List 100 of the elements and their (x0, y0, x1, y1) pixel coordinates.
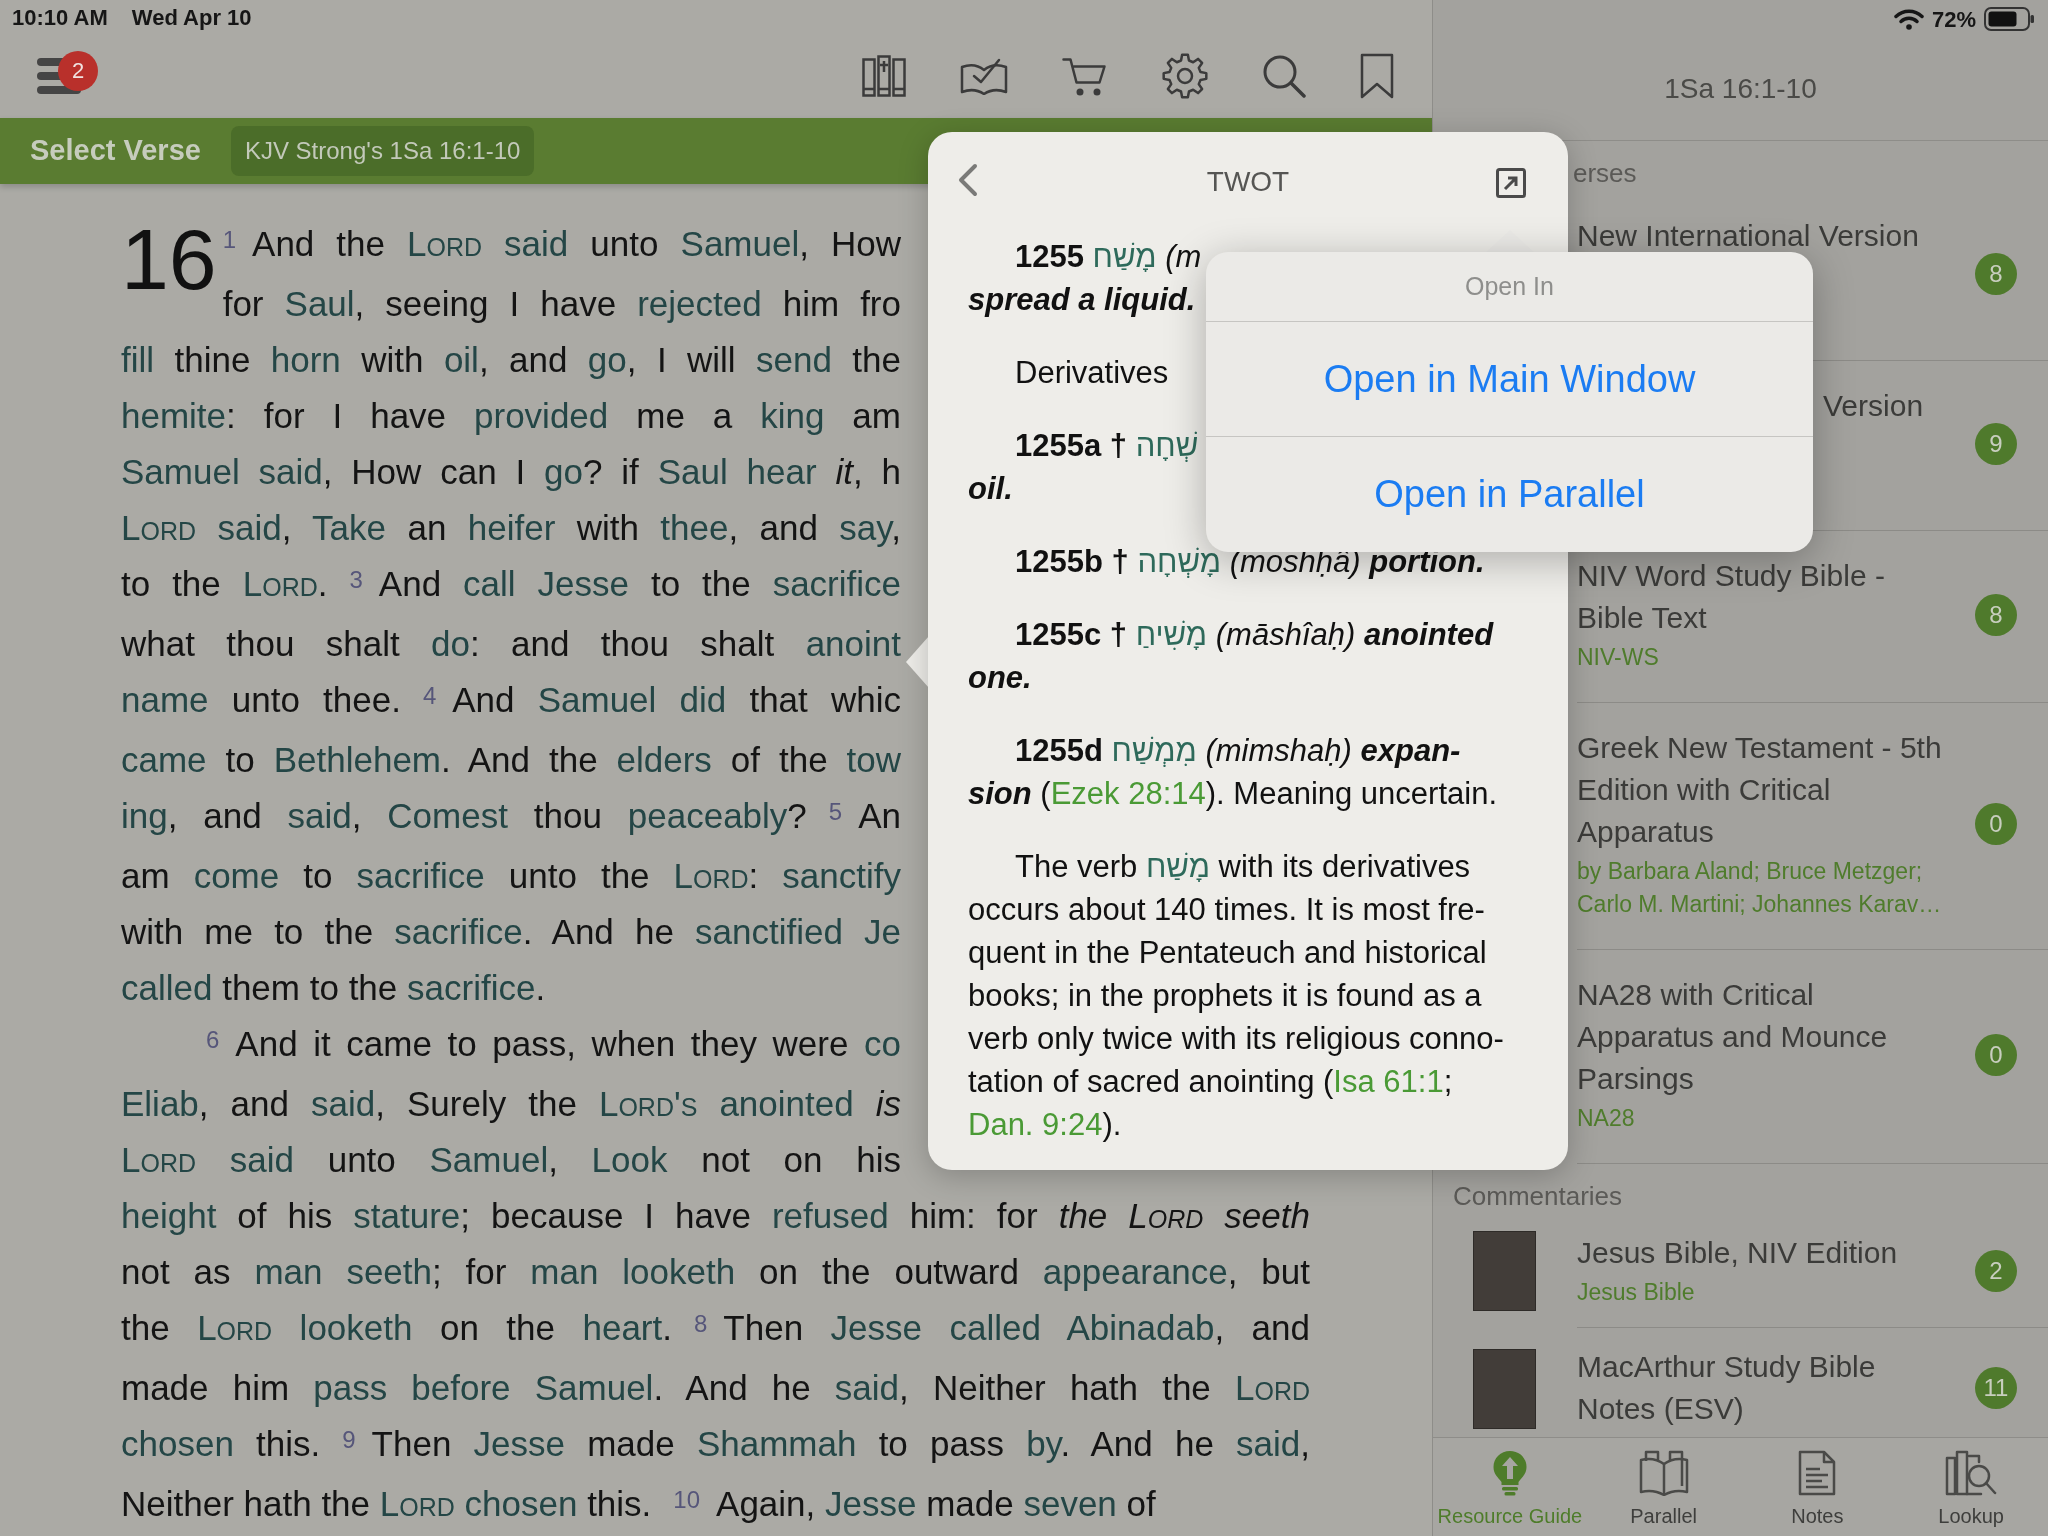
word-link[interactable]: came (121, 740, 207, 779)
word-link[interactable]: go (544, 452, 583, 491)
reference-button[interactable]: KJV Strong's 1Sa 16:1-10 (230, 125, 535, 176)
cart-icon[interactable] (1062, 55, 1108, 98)
word-link[interactable]: say (839, 508, 892, 547)
tab[interactable]: Lookup (1894, 1438, 2048, 1536)
word-link[interactable]: co (864, 1024, 901, 1063)
word-link[interactable]: king (760, 396, 825, 435)
word-link[interactable]: Jesse (473, 1424, 565, 1463)
resource-title[interactable]: Greek New Testament - 5th Edition with Critical Apparatus (1577, 727, 1957, 853)
word-link[interactable]: pass before Samuel (313, 1368, 654, 1407)
word-link[interactable]: said (834, 1368, 900, 1407)
resource-title[interactable]: NA28 with Critical Apparatus and Mounce Parsings (1577, 974, 1957, 1100)
word-link[interactable]: do (431, 624, 470, 663)
tab[interactable]: Notes (1740, 1438, 1895, 1536)
word-link[interactable]: said (196, 1140, 294, 1179)
word-link[interactable]: horn (270, 340, 341, 379)
word-link[interactable]: sanctify (782, 856, 901, 895)
book-icon[interactable] (1638, 1450, 1689, 1496)
bookmark-icon[interactable] (1360, 53, 1394, 100)
word-link[interactable]: send (756, 340, 832, 379)
word-link[interactable]: Jesse (825, 1484, 917, 1523)
book-check-icon[interactable] (960, 57, 1008, 96)
word-link[interactable]: looketh (272, 1308, 413, 1347)
word-link[interactable]: said (287, 796, 352, 835)
word-link[interactable]: name (121, 680, 209, 719)
books-magnifier-icon[interactable] (1945, 1450, 1998, 1496)
word-link[interactable]: Samuel did (537, 680, 727, 719)
word-link[interactable]: Bethlehem (273, 740, 441, 779)
word-link[interactable]: sanctified (695, 912, 843, 951)
word-link[interactable]: Jesse called Abinadab (830, 1308, 1215, 1347)
word-link[interactable]: said (1236, 1424, 1301, 1463)
word-link[interactable]: Lord (121, 1140, 197, 1179)
resource-title[interactable]: Jesus Bible, NIV Edition (1577, 1232, 1898, 1274)
menu-option[interactable]: Open in Main Window (1206, 322, 1813, 437)
word-link[interactable]: heifer (467, 508, 556, 547)
word-link[interactable]: tow (846, 740, 901, 779)
word-link[interactable]: sacrifice (772, 564, 901, 603)
word-link[interactable]: thee (660, 508, 729, 547)
word-link[interactable]: Comest (387, 796, 508, 835)
word-link[interactable]: provided (474, 396, 609, 435)
word-link[interactable]: seven (1023, 1484, 1117, 1523)
word-link[interactable]: by (1026, 1424, 1061, 1463)
reference-link[interactable]: Dan. 9:24 (968, 1107, 1103, 1142)
search-icon[interactable] (1262, 54, 1306, 99)
word-link[interactable]: go (587, 340, 627, 379)
word-link[interactable]: said (311, 1084, 376, 1123)
word-link[interactable]: man looketh (530, 1252, 736, 1291)
word-link[interactable]: Samuel said (121, 452, 323, 491)
word-link[interactable]: Lord (673, 856, 749, 895)
menu-option[interactable]: Open in Parallel (1206, 437, 1813, 552)
library-icon[interactable] (862, 55, 906, 98)
word-link[interactable]: Eliab (121, 1084, 199, 1123)
resource-title[interactable]: Version (1823, 385, 1924, 427)
word-link[interactable]: Samuel (680, 224, 800, 263)
word-link[interactable]: ing (121, 796, 168, 835)
word-link[interactable]: man seeth (254, 1252, 432, 1291)
word-link[interactable]: fill (121, 340, 155, 379)
resource-title[interactable]: NIV Word Study Bible - Bible Text (1577, 555, 1957, 639)
word-link[interactable]: heart (582, 1308, 663, 1347)
word-link[interactable]: Lord (197, 1308, 273, 1347)
word-link[interactable]: sacrifice (407, 968, 536, 1007)
word-link[interactable]: Lord (407, 224, 483, 263)
reference-link[interactable]: Isa 61:1 (1333, 1064, 1444, 1099)
word-link[interactable]: called (121, 968, 213, 1007)
word-link[interactable]: anointed (697, 1084, 854, 1123)
word-link[interactable]: chosen (454, 1484, 578, 1523)
word-link[interactable]: Saul (284, 284, 355, 323)
tab[interactable]: Parallel (1586, 1438, 1741, 1536)
word-link[interactable]: said (482, 224, 569, 263)
word-link[interactable]: Look (591, 1140, 668, 1179)
reference-link[interactable]: Ezek 28:14 (1050, 776, 1206, 811)
word-link[interactable]: anoint (805, 624, 901, 663)
word-link[interactable]: Lord (242, 564, 318, 603)
word-link[interactable]: Lord's (598, 1084, 698, 1123)
word-link[interactable]: hemite (121, 396, 227, 435)
document-icon[interactable] (1798, 1450, 1837, 1496)
word-link[interactable]: Samuel (429, 1140, 549, 1179)
select-verse-button[interactable]: Select Verse (30, 129, 201, 173)
word-link[interactable]: chosen (121, 1424, 234, 1463)
settings-icon[interactable] (1162, 53, 1208, 100)
word-link[interactable]: Lord (121, 508, 197, 547)
word-link[interactable]: Shammah (696, 1424, 857, 1463)
word-link[interactable]: refused (771, 1196, 889, 1235)
word-link[interactable]: elders (616, 740, 712, 779)
back-icon[interactable] (958, 163, 978, 197)
word-link[interactable]: oil (443, 340, 479, 379)
word-link[interactable]: peaceably (627, 796, 788, 835)
word-link[interactable]: said (196, 508, 282, 547)
word-link[interactable]: appearance (1042, 1252, 1228, 1291)
word-link[interactable]: Je (842, 912, 901, 951)
word-link[interactable]: height (121, 1196, 217, 1235)
word-link[interactable]: stature (353, 1196, 461, 1235)
word-link[interactable]: Lord (1234, 1368, 1310, 1407)
word-link[interactable]: rejected (637, 284, 762, 323)
word-link[interactable]: sacrifice (394, 912, 523, 951)
word-link[interactable]: sacrifice (356, 856, 485, 895)
word-link[interactable]: call Jesse (463, 564, 629, 603)
word-link[interactable]: Lord (379, 1484, 455, 1523)
word-link[interactable]: come (193, 856, 280, 895)
